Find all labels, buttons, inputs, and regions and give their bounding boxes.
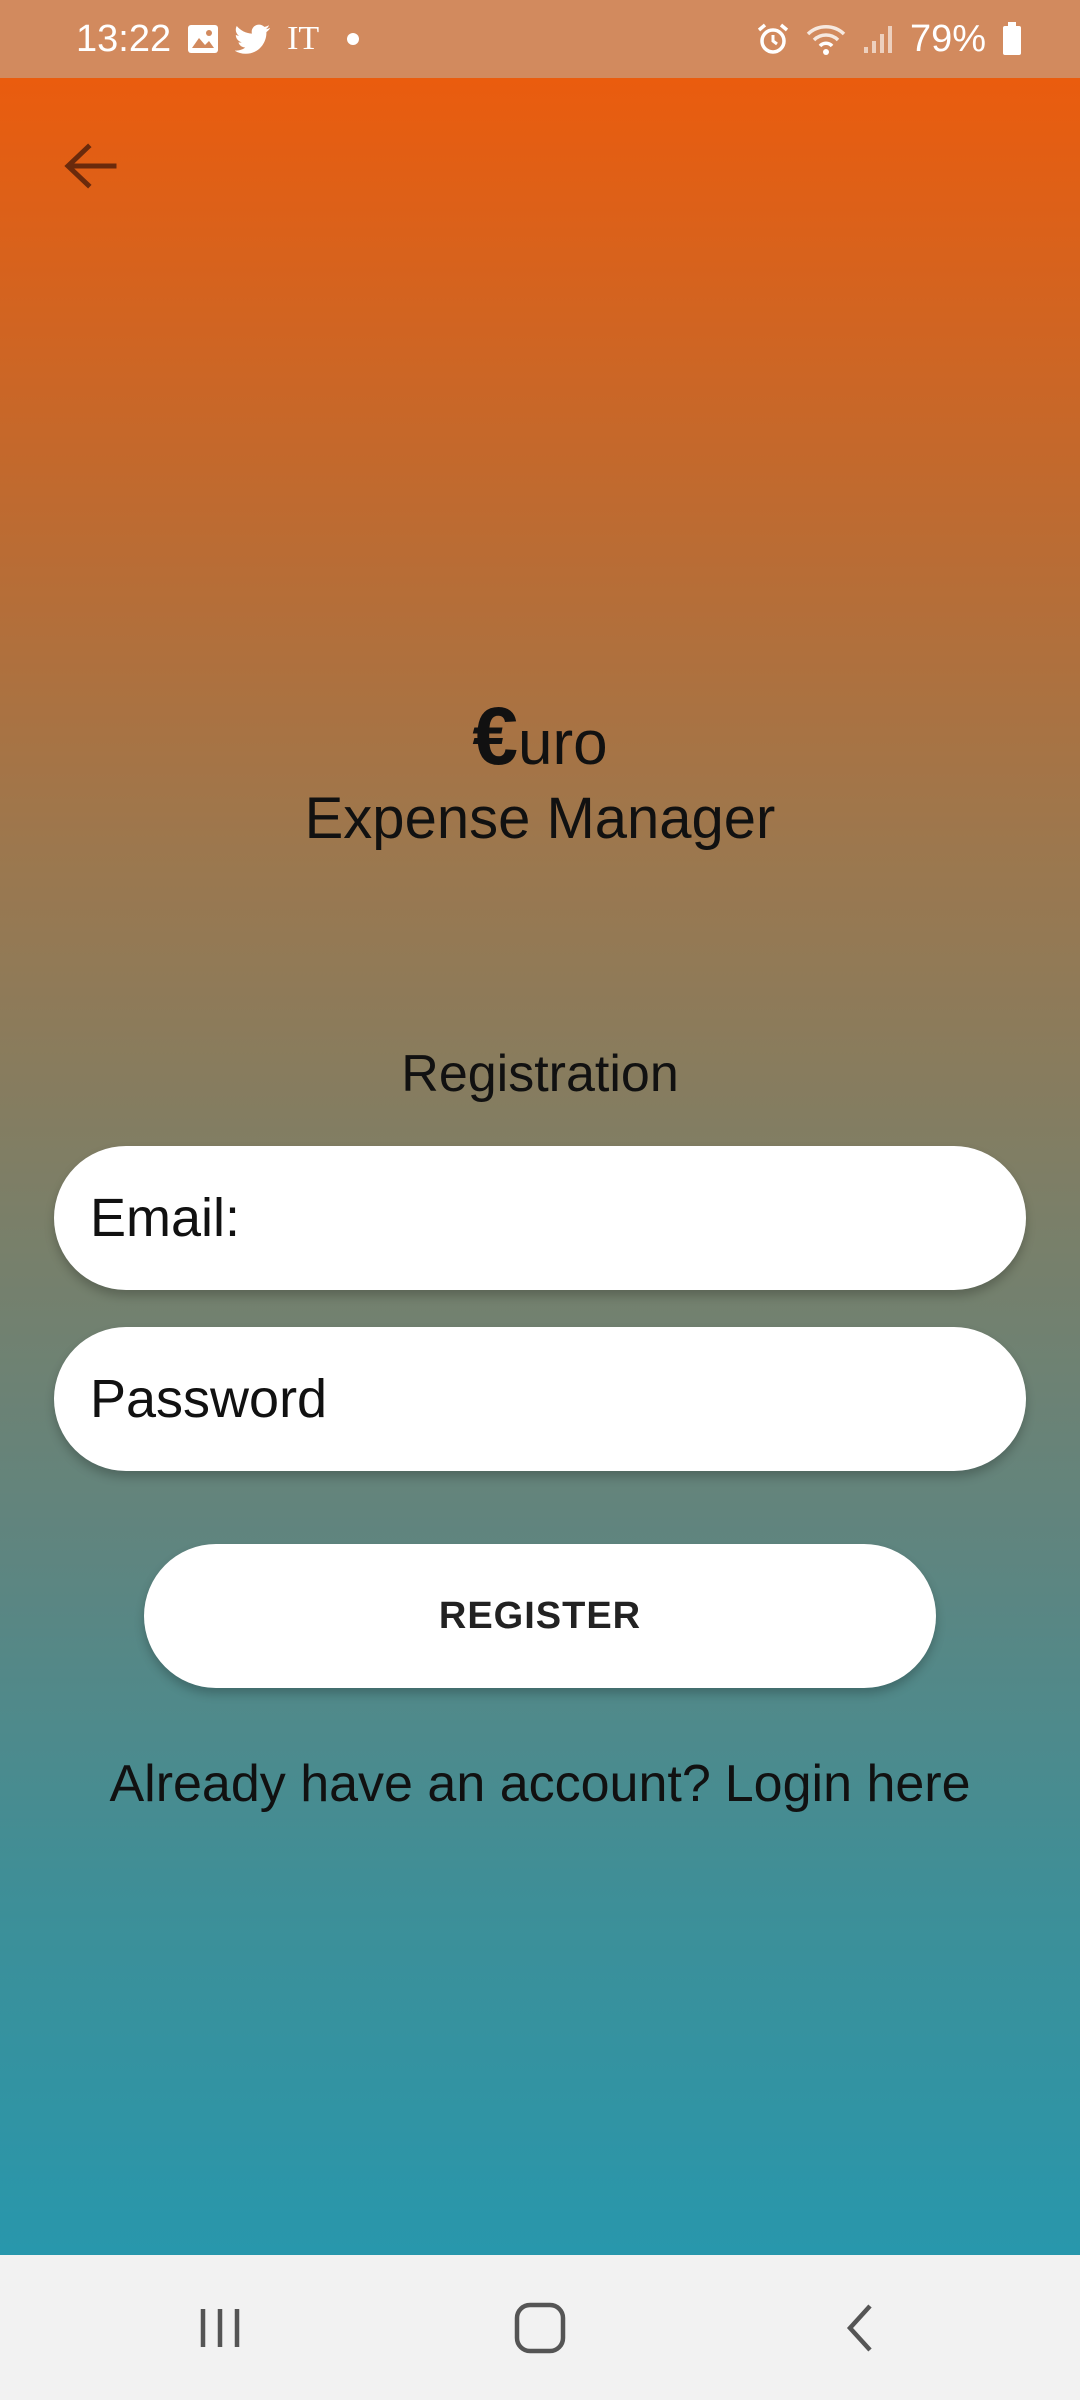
- navigation-bar: [0, 2255, 1080, 2400]
- notification-dot: [347, 33, 360, 45]
- login-prompt-row: Already have an account? Login here: [0, 1754, 1080, 1814]
- app-title-suffix: uro: [518, 709, 608, 778]
- status-left: 13:22 IT: [76, 17, 360, 61]
- twitter-icon: [235, 24, 271, 54]
- login-prompt-text: Already have an account?: [109, 1755, 711, 1813]
- home-icon: [514, 2302, 566, 2353]
- arrow-left-icon: [64, 143, 117, 189]
- image-icon: [187, 24, 219, 54]
- login-link[interactable]: Login here: [725, 1755, 971, 1813]
- back-icon: [846, 2303, 872, 2352]
- password-field[interactable]: [54, 1327, 1026, 1471]
- euro-symbol: €: [472, 691, 518, 782]
- register-button[interactable]: REGISTER: [144, 1544, 936, 1688]
- alarm-icon: [756, 22, 790, 56]
- battery-percent: 79%: [909, 17, 986, 60]
- form-heading: Registration: [401, 1045, 679, 1103]
- wifi-icon: [806, 22, 846, 56]
- email-field[interactable]: [54, 1146, 1026, 1290]
- email-input[interactable]: [90, 1187, 1026, 1249]
- back-button[interactable]: [52, 128, 128, 204]
- app-title: €uro: [0, 690, 1080, 784]
- registration-screen: €uro Expense Manager Registration REGIST…: [0, 78, 1080, 2255]
- battery-icon: [1002, 22, 1022, 56]
- home-button[interactable]: [480, 2278, 600, 2378]
- carrier-text: IT: [287, 20, 320, 57]
- status-time: 13:22: [76, 17, 172, 60]
- app-subtitle: Expense Manager: [304, 786, 776, 851]
- recent-apps-icon: [200, 2308, 240, 2347]
- password-input[interactable]: [90, 1368, 1026, 1430]
- system-back-button[interactable]: [800, 2278, 920, 2378]
- signal-icon: [862, 23, 894, 55]
- recent-apps-button[interactable]: [160, 2278, 280, 2378]
- status-bar: 13:22 IT 79%: [0, 0, 1080, 78]
- status-right: 79%: [756, 18, 1022, 61]
